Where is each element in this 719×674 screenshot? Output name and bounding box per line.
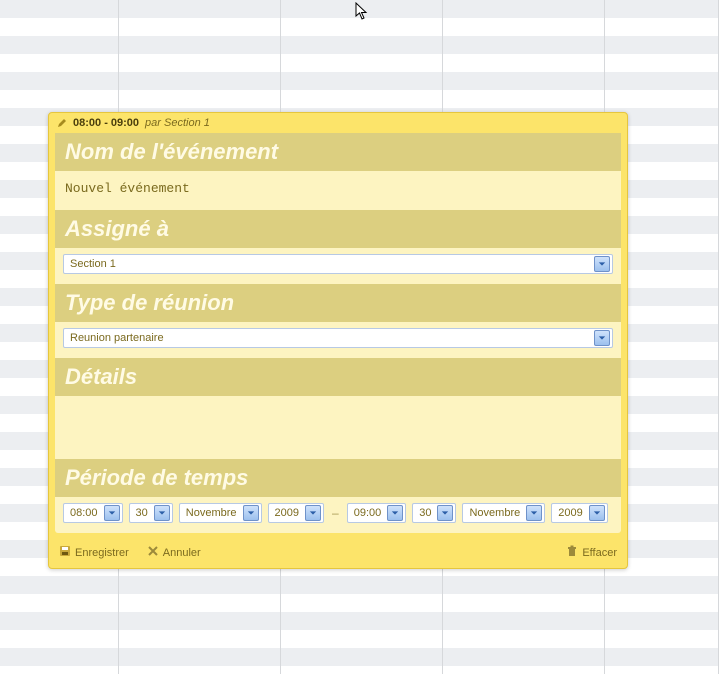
close-icon — [147, 545, 159, 560]
end-hour-dropdown[interactable]: 09:00 — [347, 503, 407, 523]
save-icon — [59, 545, 71, 560]
popup-header: 08:00 - 09:00 par Section 1 — [49, 113, 627, 133]
save-button[interactable]: Enregistrer — [59, 545, 129, 560]
event-editor-popup: 08:00 - 09:00 par Section 1 Nom de l'évé… — [48, 112, 628, 569]
chevron-down-icon — [243, 505, 259, 521]
chevron-down-icon — [387, 505, 403, 521]
start-year-dropdown[interactable]: 2009 — [268, 503, 324, 523]
event-author: par Section 1 — [145, 117, 210, 129]
popup-footer: Enregistrer Annuler Effacer — [49, 539, 627, 568]
chevron-down-icon — [594, 256, 610, 272]
meeting-type-value: Reunion partenaire — [70, 332, 164, 344]
time-period-row: 08:00 30 Novembre 2009 – 09:00 30 — [55, 497, 621, 533]
start-hour-dropdown[interactable]: 08:00 — [63, 503, 123, 523]
assigned-to-value: Section 1 — [70, 258, 116, 270]
details-label: Détails — [55, 358, 621, 396]
event-name-label: Nom de l'événement — [55, 133, 621, 171]
time-range-dash: – — [330, 506, 341, 520]
chevron-down-icon — [305, 505, 321, 521]
details-textarea[interactable] — [55, 396, 621, 456]
delete-button[interactable]: Effacer — [566, 545, 617, 560]
chevron-down-icon — [526, 505, 542, 521]
end-month-dropdown[interactable]: Novembre — [462, 503, 545, 523]
chevron-down-icon — [594, 330, 610, 346]
popup-body: Nom de l'événement Assigné à Section 1 T… — [55, 133, 621, 533]
end-day-dropdown[interactable]: 30 — [412, 503, 456, 523]
end-year-dropdown[interactable]: 2009 — [551, 503, 607, 523]
pencil-icon — [57, 118, 67, 128]
cancel-button[interactable]: Annuler — [147, 545, 201, 560]
start-month-dropdown[interactable]: Novembre — [179, 503, 262, 523]
assigned-to-dropdown[interactable]: Section 1 — [63, 254, 613, 274]
chevron-down-icon — [589, 505, 605, 521]
assigned-to-label: Assigné à — [55, 210, 621, 248]
meeting-type-label: Type de réunion — [55, 284, 621, 322]
start-day-dropdown[interactable]: 30 — [129, 503, 173, 523]
event-name-input[interactable] — [63, 177, 613, 200]
chevron-down-icon — [437, 505, 453, 521]
time-period-label: Période de temps — [55, 459, 621, 497]
meeting-type-dropdown[interactable]: Reunion partenaire — [63, 328, 613, 348]
chevron-down-icon — [104, 505, 120, 521]
trash-icon — [566, 545, 578, 560]
event-time-range: 08:00 - 09:00 — [73, 117, 139, 129]
chevron-down-icon — [154, 505, 170, 521]
